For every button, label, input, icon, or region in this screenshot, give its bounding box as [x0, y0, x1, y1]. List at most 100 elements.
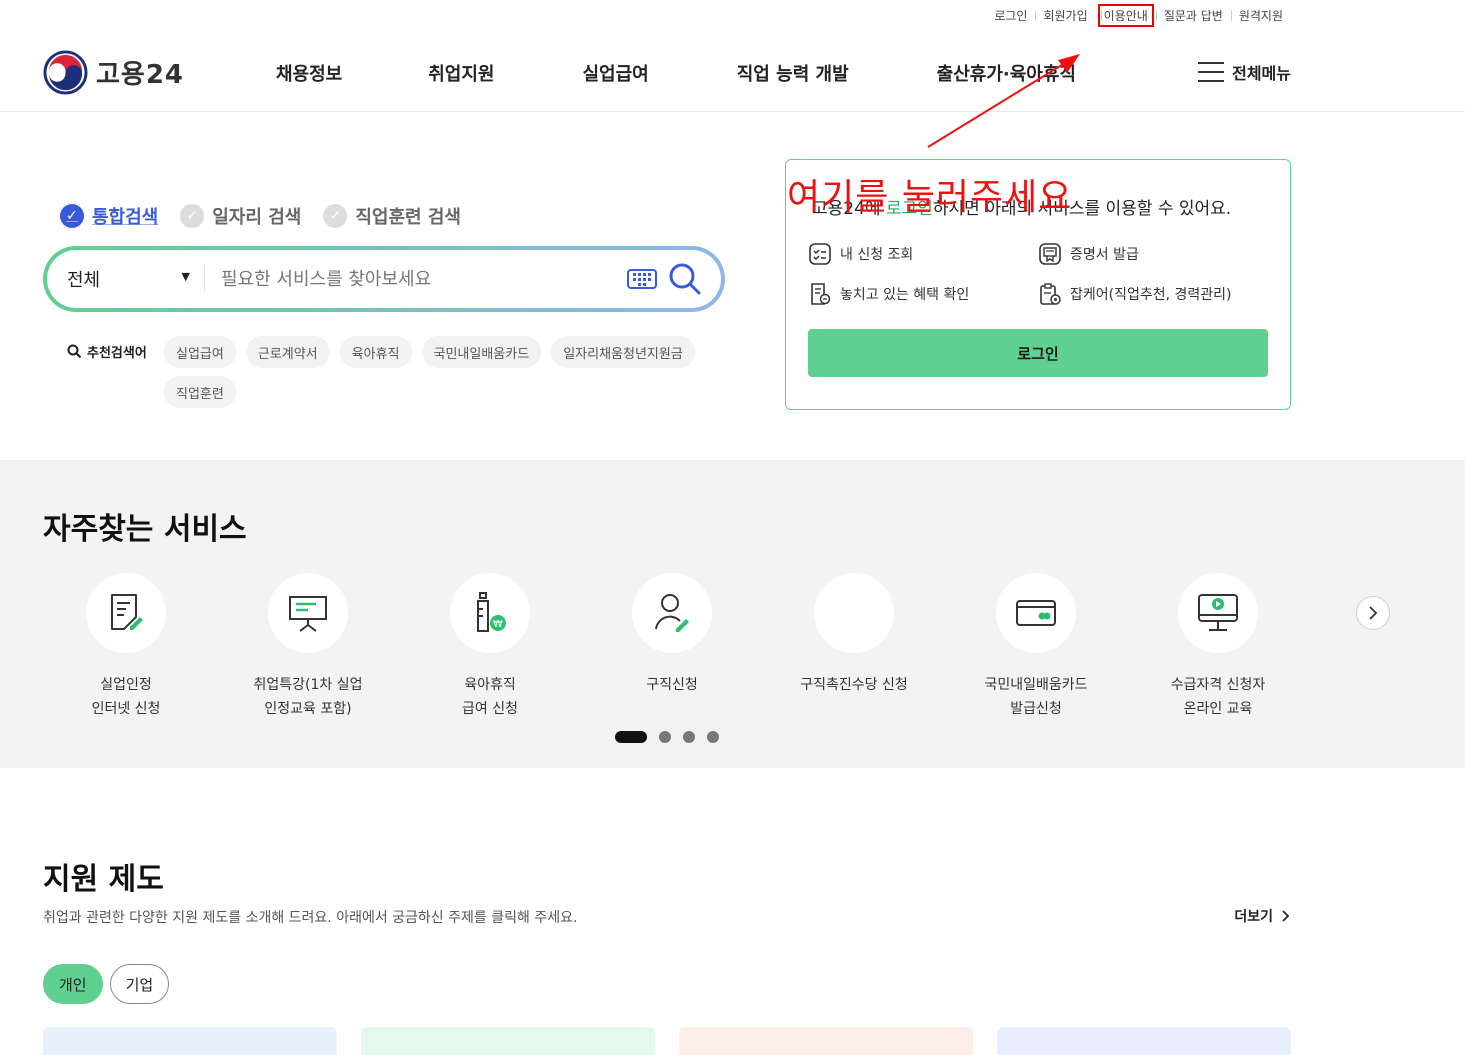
support-card[interactable]: [679, 1027, 973, 1055]
service-item[interactable]: 구직촉진수당 신청: [763, 573, 945, 697]
keyword-chips: 실업급여 근로계약서 육아휴직 국민내일배움카드 일자리채움청년지원금 직업훈련: [164, 336, 724, 416]
tab-label: 직업훈련 검색: [355, 207, 461, 228]
hamburger-icon: [1198, 62, 1225, 82]
login-item-my-applications[interactable]: 내 신청 조회: [808, 242, 913, 266]
job-seeker-icon: [655, 594, 689, 632]
nav-item-unemployment-benefit[interactable]: 실업급여: [583, 60, 649, 86]
search-scope-select[interactable]: 전체 ▼: [47, 266, 205, 292]
login-item-jobcare[interactable]: 잡케어(직업추천, 경력관리): [1038, 282, 1232, 306]
frequent-services-section: 자주찾는 서비스 실업인정 인터넷 신청 취업특강(1차 실업 인정교육 포함)…: [0, 460, 1465, 768]
service-item[interactable]: 취업특강(1차 실업 인정교육 포함): [217, 573, 399, 721]
carousel-next-button[interactable]: [1356, 596, 1390, 630]
card-icon: [1016, 600, 1056, 626]
nav-item-skills-development[interactable]: 직업 능력 개발: [737, 60, 849, 86]
check-icon: ✓: [60, 204, 84, 228]
service-item[interactable]: 국민내일배움카드 발급신청: [945, 573, 1127, 721]
keyword-chip[interactable]: 일자리채움청년지원금: [551, 336, 695, 368]
tab-integrated-search[interactable]: ✓ 통합검색: [60, 203, 158, 229]
search-box-inner: 전체 ▼: [47, 250, 721, 308]
service-icon-circle: ₩: [450, 573, 530, 653]
annotation-arrow-icon: [927, 54, 1080, 148]
logo[interactable]: 고용24: [43, 50, 184, 95]
section-title: 자주찾는 서비스: [43, 512, 247, 547]
search-box: 전체 ▼: [43, 246, 725, 312]
baby-bottle-icon: ₩: [477, 592, 506, 632]
search-tabs: ✓ 통합검색 ✓ 일자리 검색 ✓ 직업훈련 검색: [60, 203, 483, 229]
service-label: 수급자격 신청자 온라인 교육: [1170, 677, 1266, 717]
util-qna-link[interactable]: 질문과 답변: [1155, 7, 1231, 24]
chevron-right-icon: [1282, 910, 1289, 922]
service-icon-circle: [632, 573, 712, 653]
service-item[interactable]: 실업인정 인터넷 신청: [35, 573, 217, 721]
lecture-board-icon: [289, 596, 327, 632]
util-login-link[interactable]: 로그인: [986, 7, 1035, 24]
support-section-title: 지원 제도: [43, 862, 164, 897]
check-icon: ✓: [180, 204, 205, 228]
tab-individual[interactable]: 개인: [43, 964, 103, 1004]
benefit-document-icon: [811, 283, 831, 305]
utility-nav: 로그인 회원가입 이용안내 질문과 답변 원격지원: [986, 3, 1291, 27]
carousel-dot[interactable]: [707, 731, 719, 743]
service-label: 구직촉진수당 신청: [800, 677, 908, 693]
keyword-chip[interactable]: 직업훈련: [164, 376, 236, 408]
service-label: 실업인정 인터넷 신청: [91, 677, 161, 717]
tab-job-search[interactable]: ✓ 일자리 검색: [180, 203, 301, 229]
service-icon-circle: [268, 573, 348, 653]
login-item-label: 내 신청 조회: [840, 247, 914, 263]
tab-company[interactable]: 기업: [109, 964, 170, 1004]
service-label: 육아휴직 급여 신청: [462, 677, 518, 717]
login-item-label: 증명서 발급: [1070, 247, 1139, 263]
virtual-keyboard-icon[interactable]: [627, 269, 657, 289]
check-icon: ✓: [323, 204, 348, 228]
carousel-dot[interactable]: [659, 731, 671, 743]
keyword-chip[interactable]: 국민내일배움카드: [421, 336, 542, 368]
service-item[interactable]: 수급자격 신청자 온라인 교육: [1127, 573, 1309, 721]
support-card[interactable]: [361, 1027, 655, 1055]
support-tabs: 개인 기업: [43, 964, 176, 1004]
carousel-dot[interactable]: [683, 731, 695, 743]
dropdown-triangle-icon: ▼: [181, 270, 190, 283]
more-link-label: 더보기: [1234, 909, 1273, 925]
more-link[interactable]: 더보기: [1234, 906, 1289, 926]
util-signup-link[interactable]: 회원가입: [1035, 7, 1095, 24]
service-label: 취업특강(1차 실업 인정교육 포함): [253, 677, 363, 717]
support-card[interactable]: [997, 1027, 1291, 1055]
nav-item-jobs[interactable]: 채용정보: [276, 60, 342, 86]
keyword-chip[interactable]: 실업급여: [164, 336, 236, 368]
svg-text:₩: ₩: [493, 619, 503, 630]
keyword-chip[interactable]: 육아휴직: [339, 336, 412, 368]
service-item[interactable]: ₩ 육아휴직 급여 신청: [399, 573, 581, 721]
online-education-icon: [1198, 594, 1238, 631]
all-menu-label: 전체메뉴: [1232, 64, 1291, 83]
service-icon-circle: [1178, 573, 1258, 653]
search-icon[interactable]: [665, 259, 705, 299]
service-icon-circle: [996, 573, 1076, 653]
login-item-benefits[interactable]: 놓치고 있는 혜택 확인: [808, 282, 969, 306]
all-menu-button[interactable]: 전체메뉴: [1198, 60, 1291, 84]
certificate-icon: [1039, 243, 1061, 265]
nav-item-employment-support[interactable]: 취업지원: [428, 60, 494, 86]
support-section-description: 취업과 관련한 다양한 지원 제도를 소개해 드려요. 아래에서 궁금하신 주제…: [43, 910, 578, 926]
tab-training-search[interactable]: ✓ 직업훈련 검색: [323, 203, 461, 229]
taegeuk-logo-icon: [43, 50, 88, 95]
login-item-label: 놓치고 있는 혜택 확인: [840, 287, 970, 303]
logo-text: 고용24: [96, 60, 185, 90]
service-icon-circle: [86, 573, 166, 653]
login-item-certificate[interactable]: 증명서 발급: [1038, 242, 1139, 266]
carousel-dot[interactable]: [615, 731, 647, 743]
service-item[interactable]: 구직신청: [581, 573, 763, 697]
header: 고용24 채용정보 취업지원 실업급여 직업 능력 개발 출산휴가·육아휴직 전…: [0, 40, 1465, 112]
keyword-chip[interactable]: 근로계약서: [245, 336, 330, 368]
chevron-right-icon: [1369, 606, 1378, 620]
util-remote-support-link[interactable]: 원격지원: [1230, 7, 1291, 24]
service-label: 국민내일배움카드 발급신청: [984, 677, 1088, 717]
carousel-pagination: [615, 731, 731, 743]
util-guide-link[interactable]: 이용안내: [1097, 3, 1154, 27]
login-button[interactable]: 로그인: [808, 329, 1268, 377]
jobcare-icon: [1040, 283, 1061, 305]
login-item-label: 잡케어(직업추천, 경력관리): [1070, 287, 1232, 303]
annotation-text: 여기를 눌러주세요: [787, 177, 1073, 218]
search-input[interactable]: [205, 268, 627, 290]
support-card[interactable]: [43, 1027, 337, 1055]
service-icon-circle: [814, 573, 894, 653]
